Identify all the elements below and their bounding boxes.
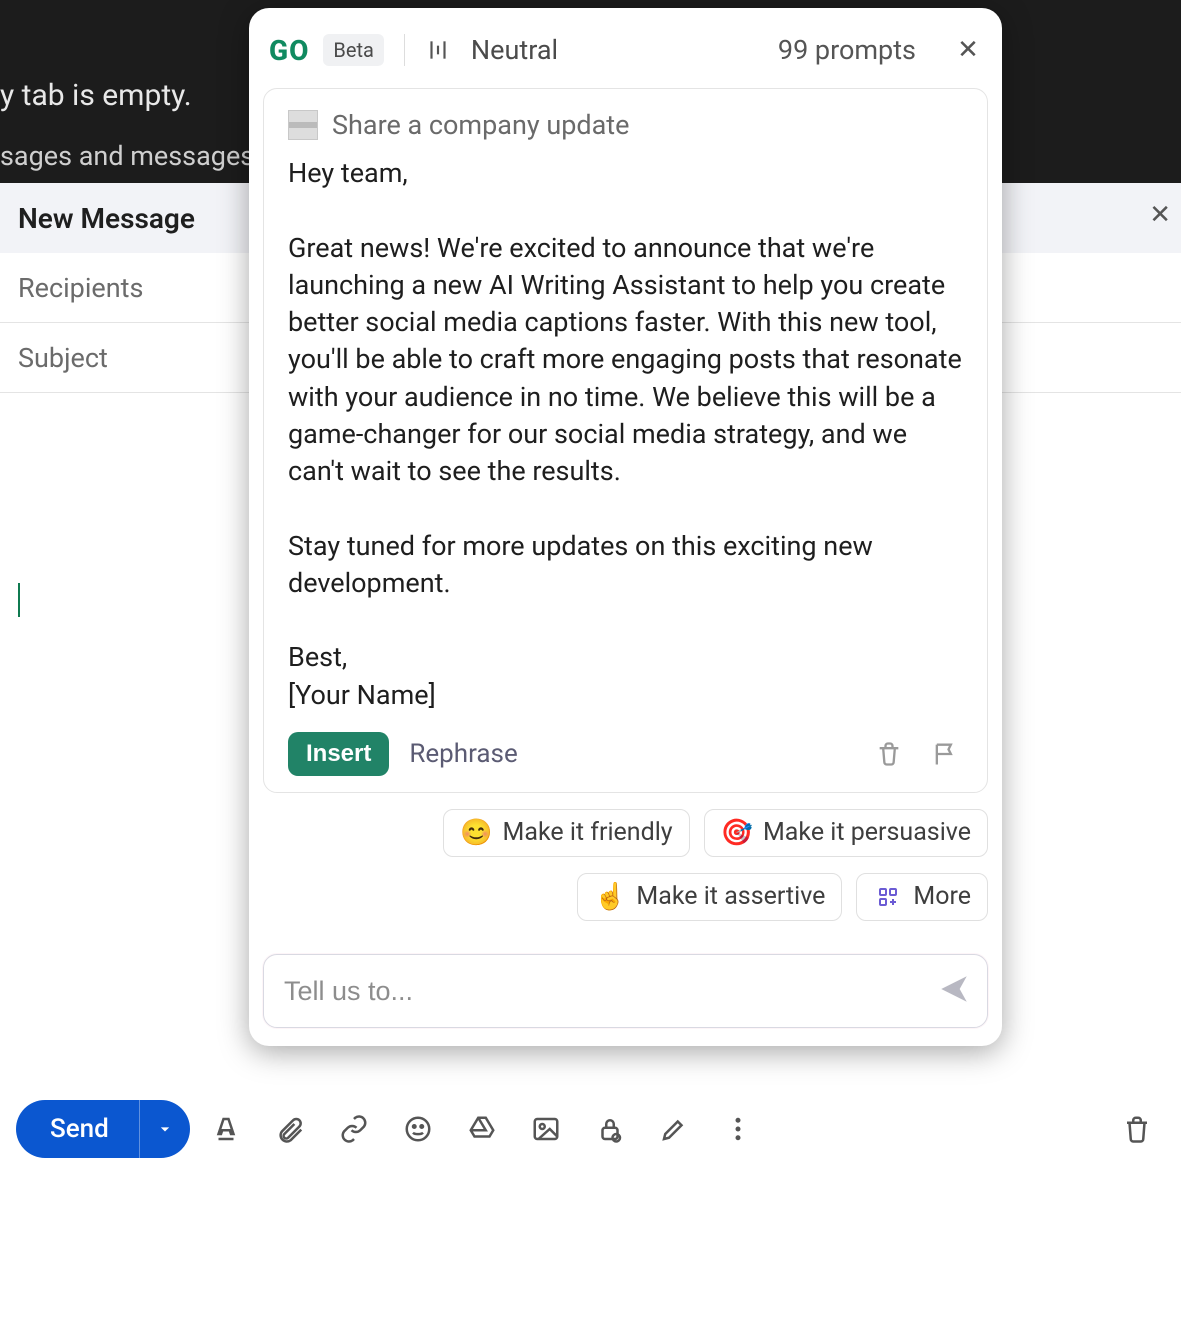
response-card: Share a company update Hey team, Great n… xyxy=(263,88,988,793)
go-logo: GO xyxy=(269,34,309,67)
send-dropdown[interactable] xyxy=(140,1100,190,1158)
assistant-panel: GO Beta Neutral 99 prompts ✕ Share a com… xyxy=(249,8,1002,1046)
insert-emoji-icon[interactable] xyxy=(390,1101,446,1157)
compose-title: New Message xyxy=(18,202,195,235)
recipients-placeholder: Recipients xyxy=(18,272,143,304)
prompt-input[interactable] xyxy=(284,976,937,1007)
tone-adjust-icon[interactable] xyxy=(425,37,451,63)
attach-file-icon[interactable] xyxy=(262,1101,318,1157)
beta-badge: Beta xyxy=(323,34,384,66)
compose-toolbar: Send xyxy=(16,1097,1165,1161)
text-format-icon[interactable] xyxy=(198,1101,254,1157)
make-assertive-label: Make it assertive xyxy=(636,882,825,911)
prompt-input-box[interactable] xyxy=(263,954,988,1028)
assistant-header: GO Beta Neutral 99 prompts ✕ xyxy=(263,22,988,78)
banner-line-1: y tab is empty. xyxy=(0,78,192,113)
target-icon: 🎯 xyxy=(721,818,753,848)
response-actions: Insert Rephrase xyxy=(288,732,963,776)
make-friendly-label: Make it friendly xyxy=(503,818,673,847)
prompts-remaining[interactable]: 99 prompts xyxy=(778,34,916,66)
subject-placeholder: Subject xyxy=(18,342,108,374)
delete-response-icon[interactable] xyxy=(871,736,907,772)
make-persuasive-label: Make it persuasive xyxy=(763,818,971,847)
send-button[interactable]: Send xyxy=(16,1100,140,1158)
response-title-row: Share a company update xyxy=(288,109,963,141)
confidential-mode-icon[interactable] xyxy=(582,1101,638,1157)
quick-actions-row-2: ☝️ Make it assertive More xyxy=(263,873,988,921)
response-title: Share a company update xyxy=(332,109,629,141)
pointing-icon: ☝️ xyxy=(594,882,626,912)
grid-icon xyxy=(873,882,903,912)
more-actions-button[interactable]: More xyxy=(856,873,988,921)
rephrase-button[interactable]: Rephrase xyxy=(409,739,517,769)
close-icon[interactable]: ✕ xyxy=(948,35,988,65)
insert-signature-icon[interactable] xyxy=(646,1101,702,1157)
quick-actions-row-1: 😊 Make it friendly 🎯 Make it persuasive xyxy=(263,809,988,857)
more-options-icon[interactable] xyxy=(710,1101,766,1157)
text-cursor xyxy=(18,583,20,617)
divider xyxy=(404,34,405,66)
make-persuasive-button[interactable]: 🎯 Make it persuasive xyxy=(704,809,988,857)
response-body: Hey team, Great news! We're excited to a… xyxy=(288,155,963,714)
discard-draft-icon[interactable] xyxy=(1109,1101,1165,1157)
banner-line-2: sages and messages t xyxy=(0,140,270,172)
send-prompt-icon[interactable] xyxy=(937,972,971,1010)
insert-drive-icon[interactable] xyxy=(454,1101,510,1157)
tone-label[interactable]: Neutral xyxy=(471,34,558,66)
more-label: More xyxy=(913,882,971,911)
flag-response-icon[interactable] xyxy=(927,736,963,772)
newspaper-icon xyxy=(288,110,318,140)
send-button-group: Send xyxy=(16,1100,190,1158)
insert-link-icon[interactable] xyxy=(326,1101,382,1157)
make-assertive-button[interactable]: ☝️ Make it assertive xyxy=(577,873,842,921)
smile-icon: 😊 xyxy=(460,818,492,848)
insert-photo-icon[interactable] xyxy=(518,1101,574,1157)
compose-body[interactable] xyxy=(18,583,20,617)
make-friendly-button[interactable]: 😊 Make it friendly xyxy=(443,809,689,857)
insert-button[interactable]: Insert xyxy=(288,732,389,776)
compose-minimize-icon[interactable]: ✕ xyxy=(1149,200,1171,230)
